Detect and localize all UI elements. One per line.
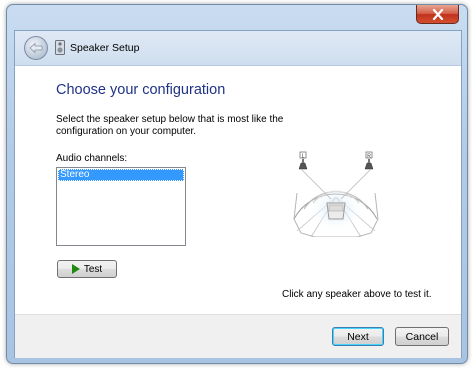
speaker-setup-window: Speaker Setup Choose your configuration … <box>6 4 468 364</box>
right-speaker-label: R <box>367 154 371 160</box>
navigation-bar: Speaker Setup <box>15 31 461 66</box>
list-item-stereo[interactable]: Stereo <box>58 169 184 181</box>
window-title: Speaker Setup <box>70 42 140 54</box>
test-button-label: Test <box>83 263 103 275</box>
left-speaker-label: L <box>302 154 305 160</box>
speaker-icon <box>55 40 65 55</box>
cancel-button[interactable]: Cancel <box>395 327 449 346</box>
dialog-footer: Next Cancel <box>15 314 461 358</box>
test-hint-text: Click any speaker above to test it. <box>282 289 432 300</box>
instructions-text: Select the speaker setup below that is m… <box>56 114 284 137</box>
speaker-diagram: L R <box>293 151 379 237</box>
back-button[interactable] <box>24 36 48 60</box>
audio-channels-label: Audio channels: <box>56 153 128 164</box>
next-button[interactable]: Next <box>332 327 384 346</box>
dialog-client-area: Speaker Setup Choose your configuration … <box>14 30 462 358</box>
back-arrow-icon <box>29 42 43 54</box>
listener-icon <box>326 202 346 220</box>
audio-channels-list[interactable]: Stereo <box>56 167 186 246</box>
test-button[interactable]: Test <box>57 260 117 278</box>
close-button[interactable] <box>416 5 459 24</box>
play-icon <box>71 264 80 274</box>
page-heading: Choose your configuration <box>56 82 226 98</box>
close-icon <box>432 8 443 20</box>
